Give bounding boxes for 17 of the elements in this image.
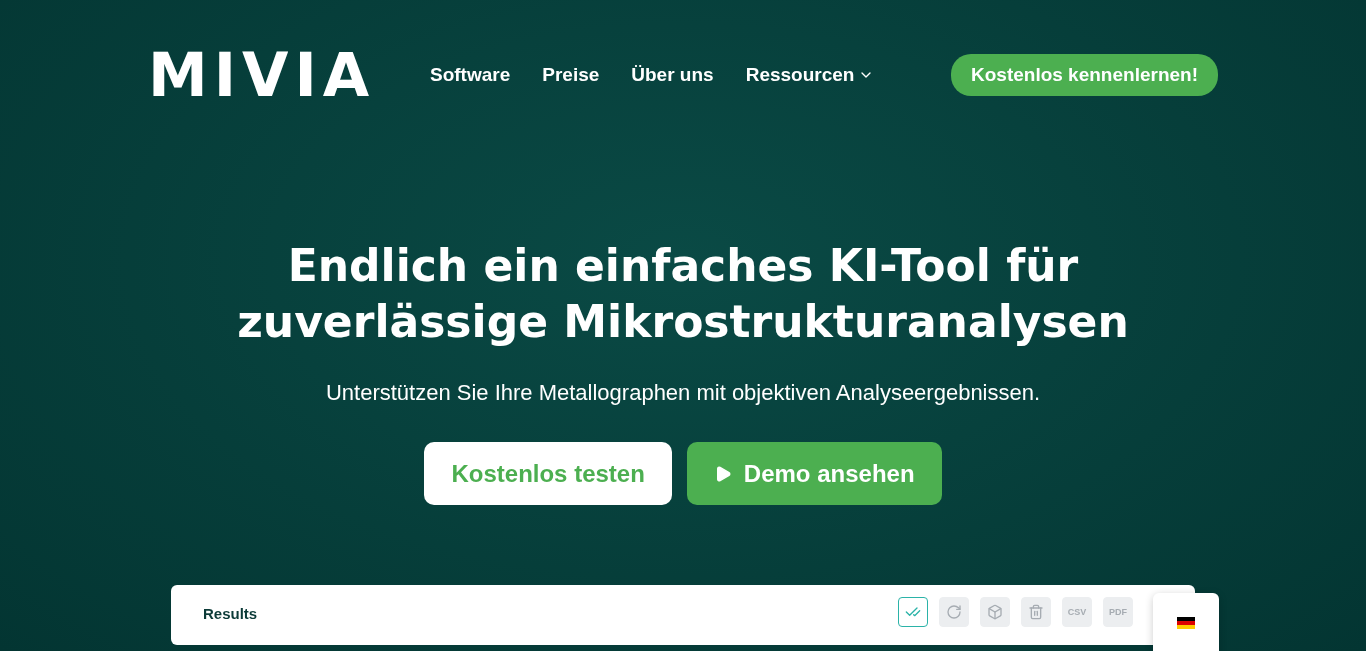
check-button[interactable] [898, 597, 928, 627]
hero-headline: Endlich ein einfaches KI-Tool für zuverlässige Mikrostrukturanalysen [236, 239, 1130, 349]
flag-icon [1177, 617, 1195, 629]
language-button[interactable] [1153, 593, 1219, 651]
box-button[interactable] [980, 597, 1010, 627]
box-icon [987, 604, 1003, 620]
nav-link[interactable]: Über uns [631, 64, 714, 86]
refresh-button[interactable] [939, 597, 969, 627]
nav-link[interactable]: Preise [542, 64, 600, 86]
card-title: Results [203, 604, 259, 622]
nav-link[interactable]: Software [430, 64, 511, 86]
logo[interactable]: MIVIA [148, 45, 430, 105]
refresh-icon [946, 604, 962, 620]
trash-button[interactable] [1021, 597, 1051, 627]
nav-link[interactable]: Ressourcen [745, 64, 875, 86]
hero-subtitle: Unterstützen Sie Ihre Metallographen mit objektiven Analyseergebnissen. [325, 380, 1041, 406]
trash-icon [1028, 604, 1044, 620]
